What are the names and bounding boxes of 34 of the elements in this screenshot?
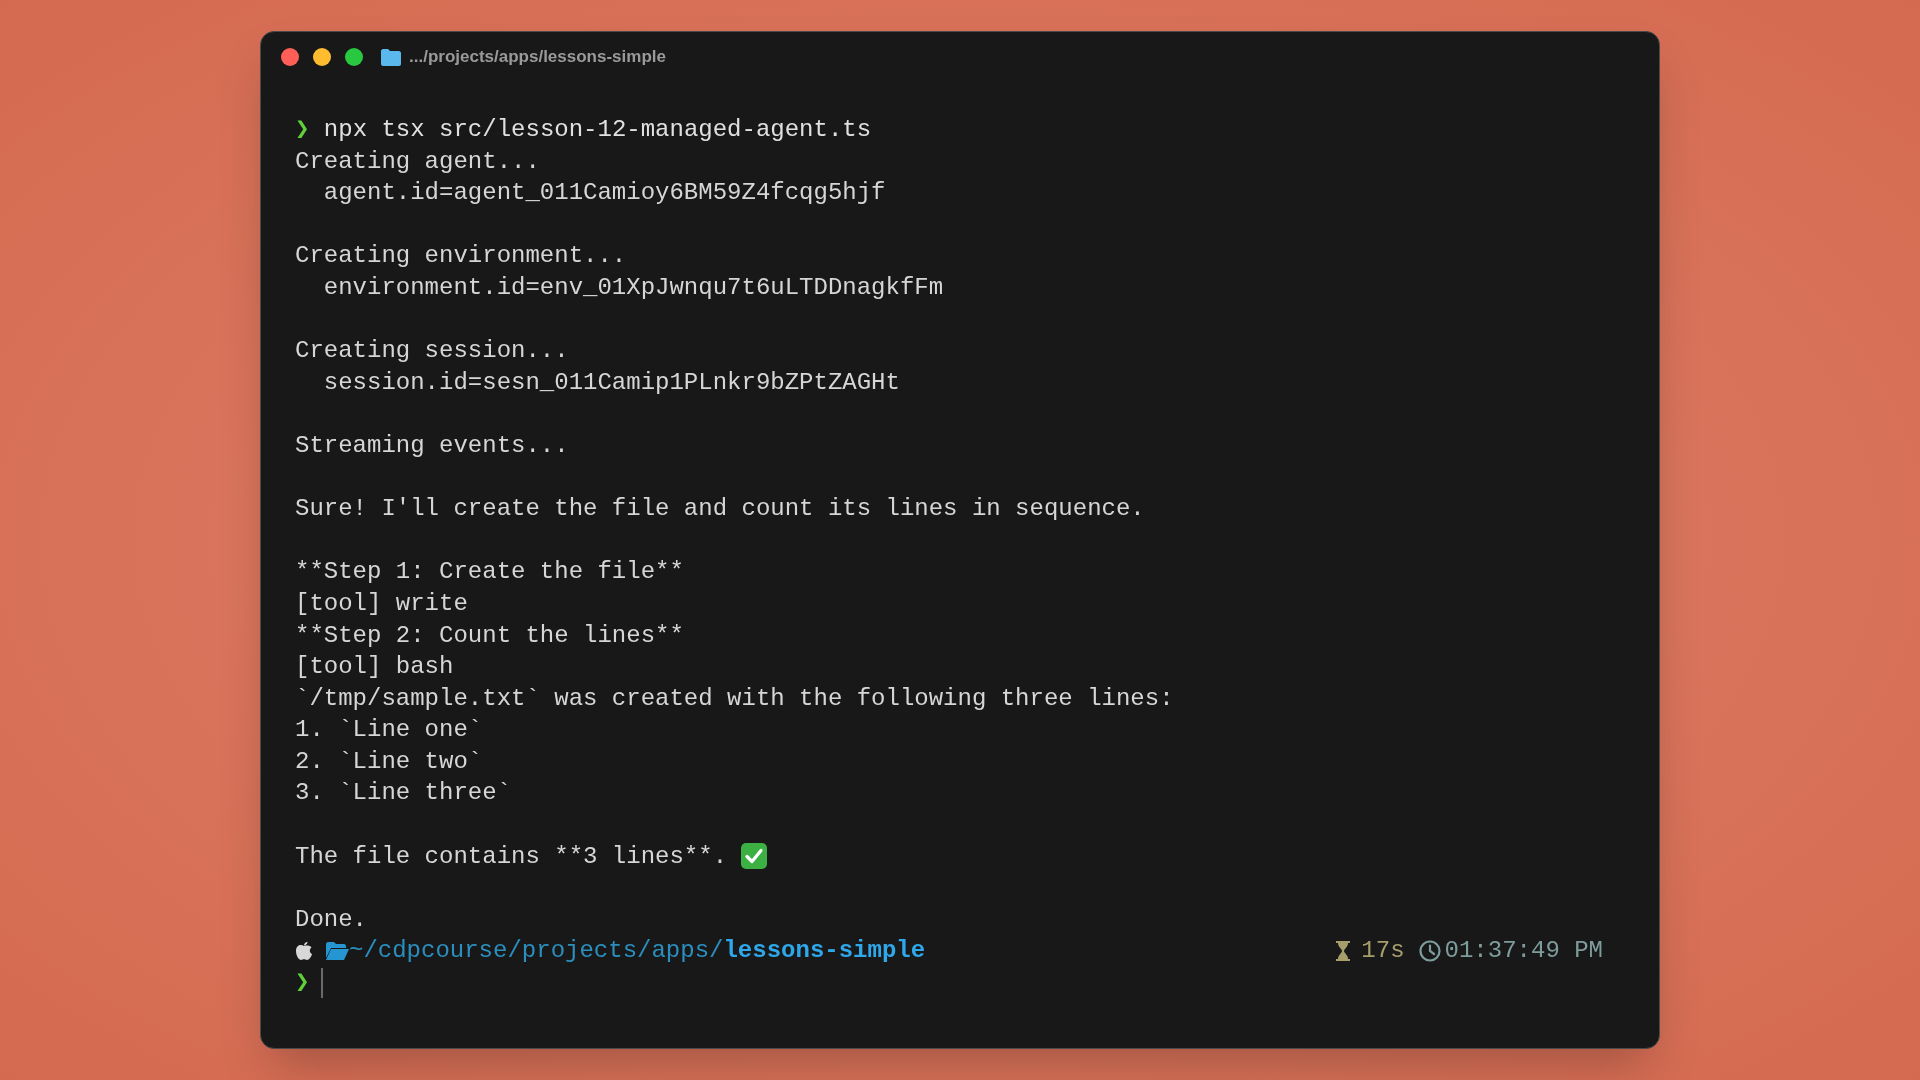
output-text: [tool] bash xyxy=(295,652,454,683)
output-text: agent.id=agent_011Camioy6BM59Z4fcqg5hjf xyxy=(322,178,886,209)
output-text: [tool] write xyxy=(295,588,468,619)
output-text: Done. xyxy=(295,904,367,935)
window-title: .../projects/apps/lessons-simple xyxy=(409,46,666,69)
prompt-symbol: ❯ xyxy=(295,968,310,999)
output-text: 1. `Line one` xyxy=(295,715,483,746)
command-text: npx tsx src/lesson-12-managed-agent.ts xyxy=(323,115,872,145)
output-text: **Step 1: Create the file** xyxy=(295,557,684,588)
output-text: environment.id=env_01XpJwnqu7t6uLTDDnagkfFm xyxy=(322,272,944,303)
output-text: session.id=sesn_011Camip1PLnkr9bZPtZAGHt xyxy=(322,367,900,398)
output-text: Sure! I'll create the file and count its lines in sequence. xyxy=(295,494,1145,525)
minimize-button[interactable] xyxy=(313,48,331,66)
directory-path: ~/cdpcourse/projects/apps/ xyxy=(349,936,724,967)
output-text: Creating session... xyxy=(295,336,569,367)
output-text: 3. `Line three` xyxy=(295,778,512,809)
output-text: Streaming events... xyxy=(295,430,569,461)
prompt-symbol: ❯ xyxy=(295,115,310,145)
clock-icon xyxy=(1418,940,1441,963)
close-button[interactable] xyxy=(281,48,299,66)
zoom-button[interactable] xyxy=(345,48,363,66)
time-text: 01:37:49 PM xyxy=(1444,936,1603,967)
output-text: Creating agent... xyxy=(295,146,540,177)
folder-icon xyxy=(325,941,349,962)
output-text: `/tmp/sample.txt` was created with the following three lines: xyxy=(295,683,1174,714)
apple-icon xyxy=(295,941,313,962)
output-text: The file contains **3 lines**. xyxy=(295,841,728,872)
duration-text: 17s xyxy=(1361,936,1405,967)
output-text: 2. `Line two` xyxy=(295,746,483,777)
output-text: **Step 2: Count the lines** xyxy=(295,620,684,651)
current-folder: lessons-simple xyxy=(723,936,926,967)
output-text: Creating environment... xyxy=(295,241,627,272)
hourglass-icon xyxy=(1335,940,1352,963)
folder-icon xyxy=(381,48,401,66)
